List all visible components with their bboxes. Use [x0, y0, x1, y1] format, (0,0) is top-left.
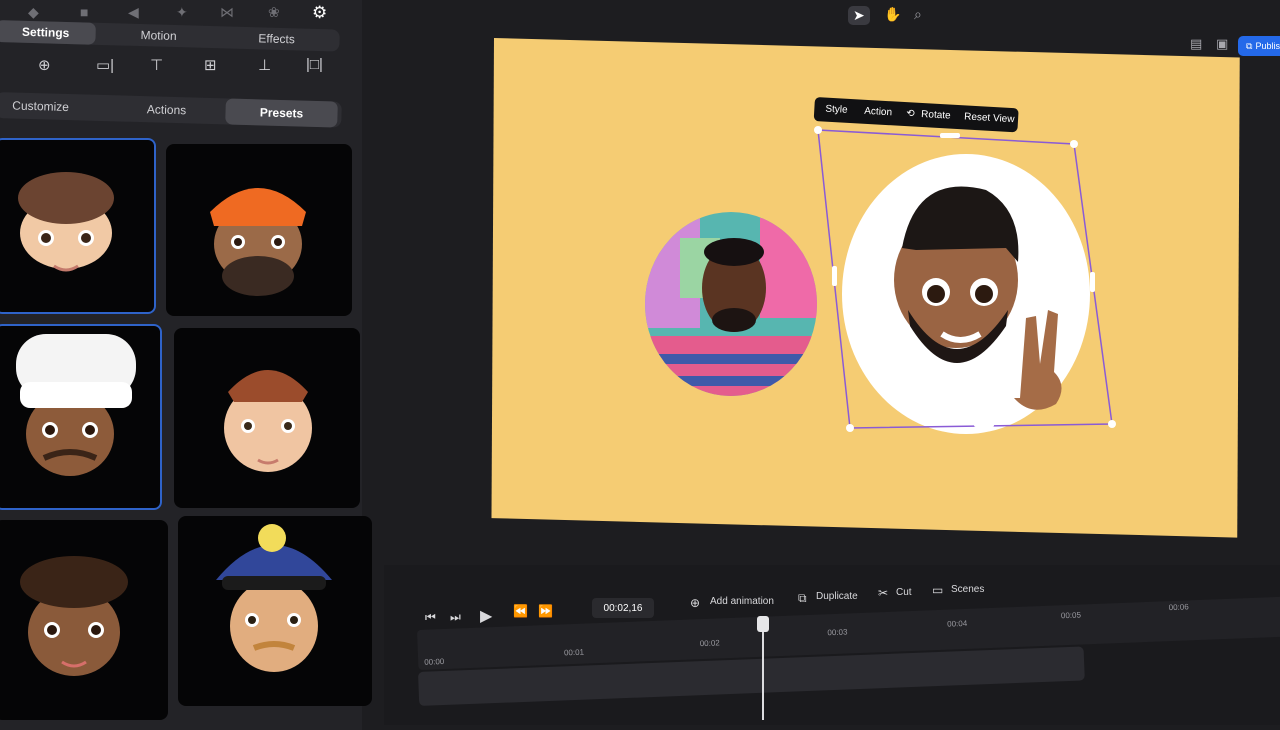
layers-icon[interactable]: ▣ [1216, 36, 1228, 52]
tick-label: 00:04 [946, 618, 968, 629]
tick-label: 00:01 [563, 647, 585, 658]
action-button[interactable]: Action [864, 106, 892, 119]
resize-handle[interactable] [832, 266, 837, 286]
tick-label: 00:03 [827, 627, 848, 638]
align-toolbar: ⊕ ▭| ⊤ ⊞ ⊥ |□| [30, 56, 330, 78]
fast-forward-icon[interactable]: ⏩ [538, 604, 553, 618]
tick-label: 00:06 [1168, 602, 1189, 613]
bow-icon[interactable]: ⋈ [220, 4, 234, 21]
zoom-icon[interactable]: ⌕ [914, 6, 922, 23]
cut-button[interactable]: Cut [896, 587, 912, 598]
selection-frame[interactable] [812, 124, 1120, 434]
resize-handle[interactable] [1108, 420, 1116, 428]
pointer-icon[interactable]: ➤ [848, 6, 870, 25]
hand-icon[interactable]: ✋ [884, 6, 901, 23]
preset-card[interactable] [0, 520, 168, 720]
panel-top-toolbar: ◆ ■ ◀ ✦ ⋈ ❀ ⚙ [0, 0, 372, 24]
avatar-police-cap [216, 524, 332, 672]
subtab-actions[interactable]: Actions [111, 95, 222, 124]
rotate-button[interactable]: Rotate [921, 109, 951, 122]
scenes-button[interactable]: Scenes [951, 584, 984, 595]
publish-button[interactable]: ⧉ Publish [1238, 36, 1280, 56]
tab-effects[interactable]: Effects [221, 26, 332, 51]
avatar-turban-beard [210, 188, 306, 296]
tick-label: 00:02 [699, 638, 720, 649]
align-center-horizontal-icon[interactable]: ⊕ [38, 56, 51, 74]
gear-icon[interactable]: ⚙ [312, 3, 327, 23]
palette-icon[interactable]: ❀ [268, 4, 280, 21]
style-button[interactable]: Style [825, 104, 848, 116]
align-right-icon[interactable]: ▭| [96, 56, 114, 74]
playhead-handle[interactable] [756, 616, 769, 632]
hand-cursor-icon: ☝ [74, 392, 83, 408]
resize-handle[interactable] [846, 424, 854, 432]
shape-icon[interactable]: ◆ [28, 4, 39, 21]
magic-icon[interactable]: ✦ [176, 4, 188, 21]
audio-icon[interactable]: ◀ [128, 4, 139, 21]
tick-label: 00:05 [1060, 610, 1082, 621]
current-time: 00:02,16 [592, 598, 654, 618]
avatar-chef-mustache [16, 334, 136, 476]
canvas-tools: ➤ ✋ ⌕ [846, 6, 936, 28]
align-middle-icon[interactable]: ⊞ [204, 56, 217, 74]
reset-view-button[interactable]: Reset View [964, 111, 1015, 125]
resize-handle[interactable] [974, 422, 994, 427]
resize-handle[interactable] [1090, 272, 1095, 292]
external-link-icon: ⧉ [1246, 40, 1253, 51]
tick-label: 00:00 [424, 656, 445, 667]
step-back-icon[interactable]: ⏭ [450, 610, 461, 625]
scenes-icon: ▭ [932, 583, 944, 597]
playhead[interactable] [761, 618, 764, 720]
rotate-icon: ⟲ [905, 108, 915, 120]
add-animation-icon: ⊕ [690, 596, 701, 610]
preset-card[interactable] [0, 324, 162, 510]
resize-handle[interactable] [814, 126, 822, 134]
preset-card[interactable] [174, 328, 360, 508]
profile-photo[interactable] [640, 208, 822, 400]
square-icon[interactable]: ■ [80, 4, 88, 20]
page-icon[interactable]: ▤ [1190, 36, 1202, 52]
preset-card[interactable] [178, 516, 372, 706]
play-icon[interactable]: ▶ [480, 606, 492, 626]
align-bottom-icon[interactable]: ⊥ [258, 56, 271, 74]
rewind-icon[interactable]: ⏪ [513, 604, 528, 618]
preset-card[interactable] [166, 144, 352, 316]
align-top-icon[interactable]: ⊤ [150, 56, 163, 74]
duplicate-icon: ⧉ [798, 591, 807, 605]
distribute-icon[interactable]: |□| [306, 56, 323, 73]
add-animation-button[interactable]: Add animation [710, 596, 774, 607]
avatar-boy-brown-hair [18, 172, 114, 272]
skip-back-icon[interactable]: ⏮ [425, 610, 436, 625]
subtab-customize[interactable]: Customize [0, 92, 86, 121]
tab-motion[interactable]: Motion [103, 23, 214, 48]
resize-handle[interactable] [940, 133, 960, 138]
avatar-spiky-red-hair [224, 370, 312, 472]
preset-card[interactable] [0, 138, 156, 314]
tab-settings[interactable]: Settings [0, 20, 96, 45]
duplicate-button[interactable]: Duplicate [816, 591, 858, 602]
resize-handle[interactable] [1070, 140, 1078, 148]
subtab-presets[interactable]: Presets [225, 98, 338, 128]
scissors-icon: ✂ [878, 586, 889, 600]
avatar-curly-hair [20, 556, 128, 676]
